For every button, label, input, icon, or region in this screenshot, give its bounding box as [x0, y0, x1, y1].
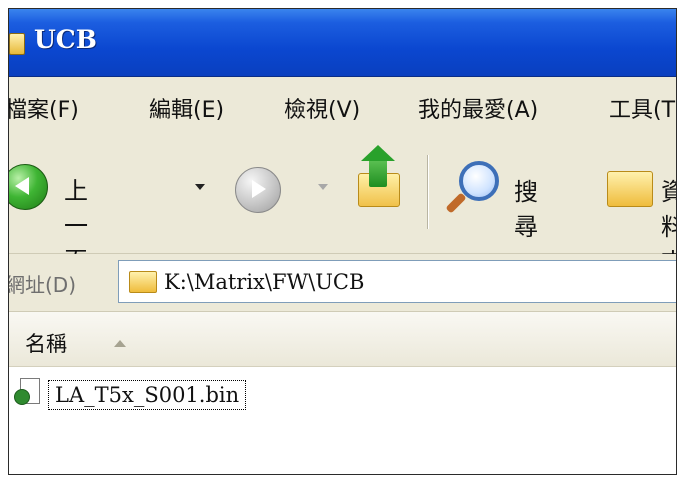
toolbar-separator: [427, 155, 428, 229]
gear-shape: [14, 389, 30, 405]
menu-file[interactable]: 檔案(F): [9, 92, 79, 124]
file-list: LA_T5x_S001.bin: [9, 367, 676, 474]
column-header-row: 名稱: [9, 312, 676, 367]
search-handle-icon: [445, 192, 467, 214]
left-arrow-glyph: [15, 177, 29, 195]
file-name: LA_T5x_S001.bin: [48, 380, 247, 410]
window-title: UCB: [34, 25, 97, 54]
column-name-header[interactable]: 名稱: [25, 328, 67, 358]
right-arrow-glyph: [252, 180, 266, 198]
address-bar: 網址(D) K:\Matrix\FW\UCB: [9, 254, 676, 312]
system-file-icon: [14, 377, 46, 411]
search-label: 搜尋: [514, 178, 538, 241]
folder-icon: [129, 271, 157, 293]
title-bar[interactable]: UCB: [9, 9, 676, 77]
forward-dropdown-icon[interactable]: [318, 184, 328, 190]
menu-view[interactable]: 檢視(V): [284, 92, 360, 124]
menu-bar: 檔案(F) 編輯(E) 檢視(V) 我的最愛(A) 工具(T): [9, 77, 676, 138]
sort-ascending-icon: [114, 340, 126, 347]
explorer-window: UCB 檔案(F) 編輯(E) 檢視(V) 我的最愛(A) 工具(T) 上一頁 …: [8, 8, 677, 475]
address-input[interactable]: K:\Matrix\FW\UCB: [118, 260, 676, 303]
toolbar: 上一頁 搜尋 資料夾: [9, 137, 676, 276]
address-path: K:\Matrix\FW\UCB: [164, 270, 365, 294]
search-icon: [459, 161, 499, 201]
folder-icon: [9, 33, 25, 55]
menu-tools[interactable]: 工具(T): [609, 92, 676, 124]
back-dropdown-icon[interactable]: [195, 184, 205, 190]
list-item[interactable]: LA_T5x_S001.bin: [9, 377, 289, 417]
up-arrow-icon: [361, 145, 395, 187]
menu-edit[interactable]: 編輯(E): [149, 92, 224, 124]
folders-icon: [607, 171, 653, 207]
address-label: 網址(D): [8, 273, 77, 297]
menu-favorites[interactable]: 我的最愛(A): [418, 92, 538, 124]
